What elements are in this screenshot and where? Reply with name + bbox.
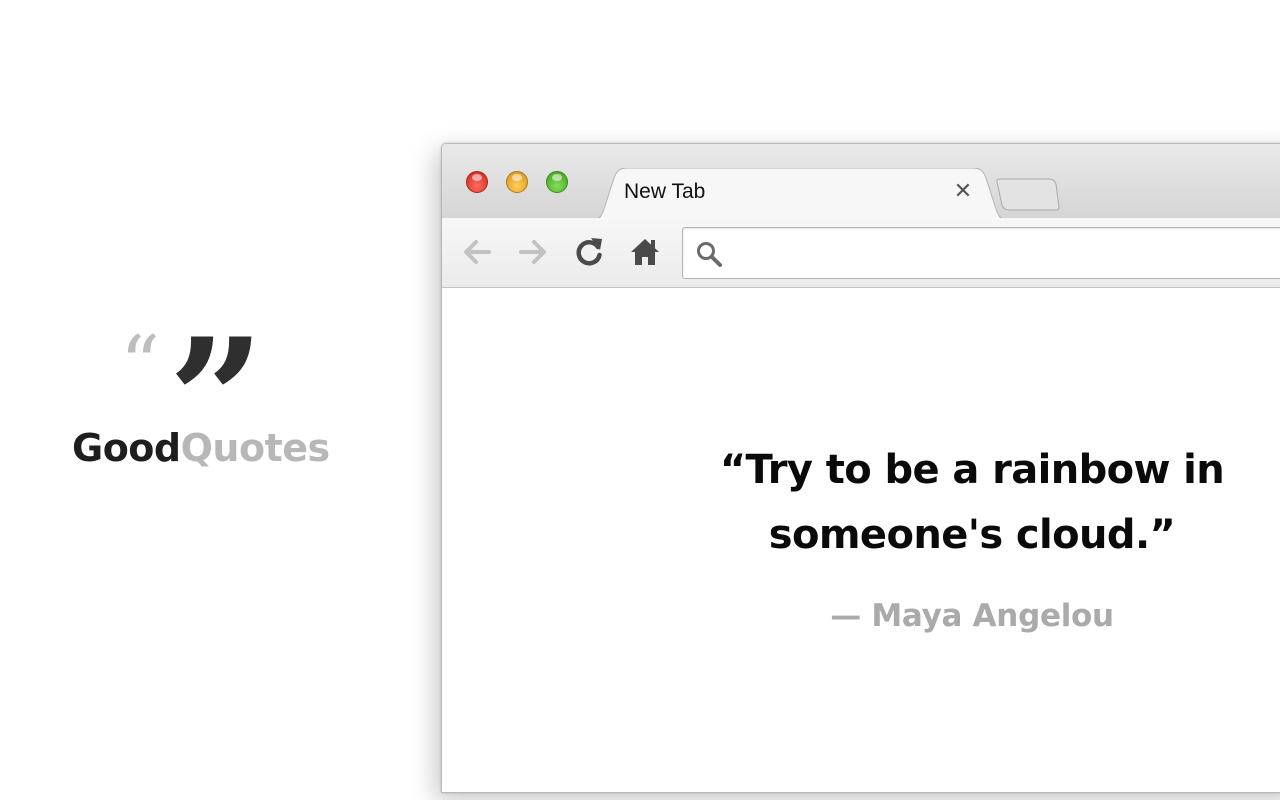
back-arrow-icon[interactable] bbox=[459, 234, 495, 270]
window-minimize-button[interactable] bbox=[506, 171, 528, 193]
logo-word-good: Good bbox=[72, 426, 181, 470]
stage: “ ” GoodQuotes New Tab ✕ “Try to be a ra… bbox=[0, 0, 1280, 800]
new-tab-page: “Try to be a rainbow in someone's cloud.… bbox=[442, 288, 1280, 792]
open-quote-mark: “ bbox=[120, 320, 160, 410]
omnibox[interactable] bbox=[682, 227, 1280, 279]
tab-close-icon[interactable]: ✕ bbox=[952, 181, 974, 203]
tab-strip: New Tab ✕ bbox=[442, 144, 1280, 220]
home-icon[interactable] bbox=[627, 234, 663, 270]
quote-marks-logo-icon: “ ” bbox=[70, 316, 320, 484]
omnibox-input[interactable] bbox=[735, 238, 1280, 268]
goodquotes-logo: “ ” GoodQuotes bbox=[70, 316, 330, 484]
browser-window: New Tab ✕ “Try to be a rainbow in someon… bbox=[441, 143, 1280, 793]
forward-arrow-icon[interactable] bbox=[515, 234, 551, 270]
logo-word-quotes: Quotes bbox=[180, 426, 331, 470]
new-tab-button[interactable] bbox=[995, 177, 1061, 211]
search-icon bbox=[697, 242, 722, 267]
logo-wordmark: GoodQuotes bbox=[72, 429, 330, 467]
tab-title: New Tab bbox=[624, 180, 706, 203]
browser-toolbar bbox=[442, 218, 1280, 288]
quote-text: “Try to be a rainbow in someone's cloud.… bbox=[719, 447, 1225, 558]
quote-author: — Maya Angelou bbox=[830, 598, 1114, 634]
tab-new-tab[interactable]: New Tab ✕ bbox=[592, 168, 1008, 220]
window-close-button[interactable] bbox=[466, 171, 488, 193]
window-maximize-button[interactable] bbox=[546, 171, 568, 193]
reload-icon[interactable] bbox=[571, 234, 607, 270]
